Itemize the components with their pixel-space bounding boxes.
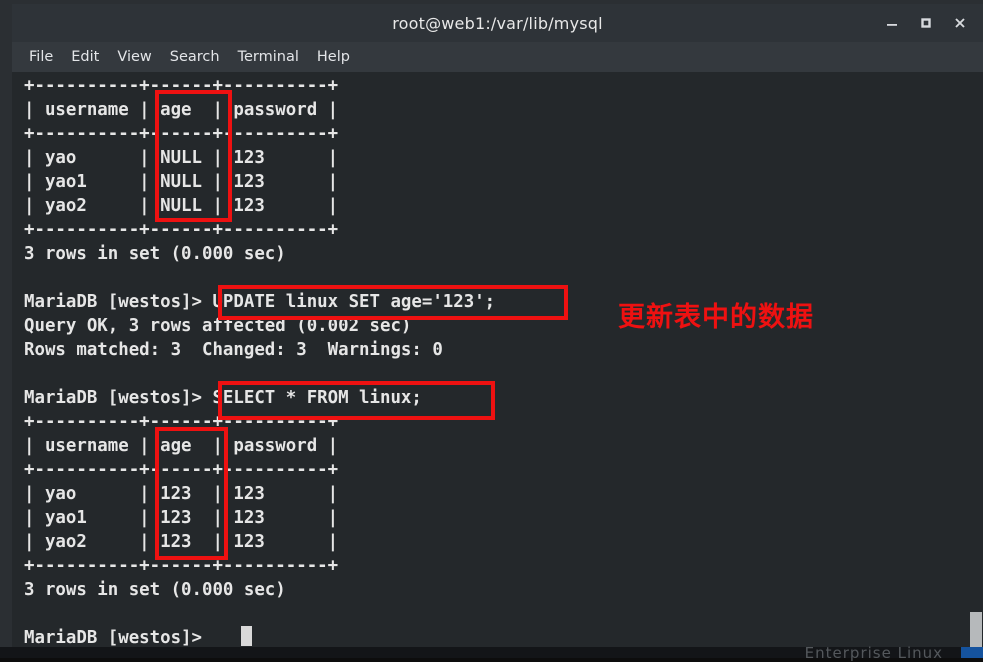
annotation-note-cn: 更新表中的数据 [618, 302, 814, 333]
menu-item-file[interactable]: File [20, 47, 62, 67]
menu-item-help[interactable]: Help [308, 47, 359, 67]
terminal-output: +----------+------+----------+ | usernam… [24, 76, 496, 647]
terminal-cursor [241, 626, 252, 646]
menu-item-search[interactable]: Search [161, 47, 229, 67]
menu-item-terminal[interactable]: Terminal [229, 47, 308, 67]
title-bar[interactable]: root@web1:/var/lib/mysql [12, 4, 983, 42]
menu-bar: File Edit View Search Terminal Help [12, 42, 983, 72]
terminal-content-area[interactable]: +----------+------+----------+ | usernam… [12, 72, 983, 647]
terminal-scrollbar-thumb[interactable] [970, 612, 982, 648]
terminal-window: root@web1:/var/lib/mysql File Edit View … [0, 0, 983, 662]
menu-item-edit[interactable]: Edit [62, 47, 108, 67]
minimize-icon[interactable] [875, 6, 909, 40]
menu-item-view[interactable]: View [108, 47, 160, 67]
terminal-scrollbar-track[interactable] [969, 72, 983, 648]
desktop-bottom-strip: Enterprise Linux [0, 644, 983, 662]
desktop-watermark: Enterprise Linux [804, 644, 943, 662]
close-icon[interactable] [943, 6, 977, 40]
window-title: root@web1:/var/lib/mysql [392, 13, 603, 33]
taskbar-accent [961, 647, 983, 658]
maximize-icon[interactable] [909, 6, 943, 40]
window-controls [875, 4, 977, 42]
